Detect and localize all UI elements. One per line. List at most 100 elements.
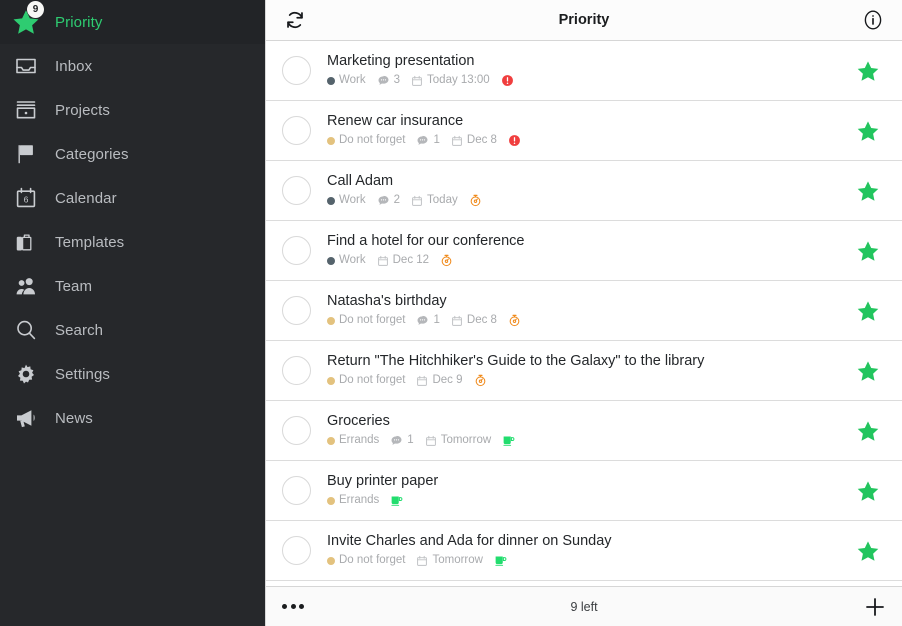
comment-count-label: 1	[407, 433, 414, 446]
task-star-toggle[interactable]	[848, 179, 888, 203]
flag-icon	[8, 136, 44, 172]
main-panel: Priority Marketing presentation Work 3 Toda…	[265, 0, 902, 626]
task-complete-checkbox[interactable]	[282, 116, 311, 145]
inbox-icon	[8, 48, 44, 84]
category-color-dot	[327, 256, 335, 265]
task-title: Marketing presentation	[327, 53, 475, 70]
sidebar-item-categories[interactable]: Categories	[0, 132, 265, 176]
sidebar-item-inbox[interactable]: Inbox	[0, 44, 265, 88]
stopwatch-icon	[508, 314, 521, 328]
task-complete-checkbox[interactable]	[282, 536, 311, 565]
task-row[interactable]: Find a hotel for our conference Work Dec 1…	[266, 221, 902, 281]
info-icon[interactable]	[858, 5, 888, 35]
category-color-dot	[327, 196, 335, 205]
sidebar-item-news[interactable]: News	[0, 396, 265, 440]
task-category: Do not forget	[327, 554, 405, 568]
task-meta: Errands	[327, 494, 848, 508]
stopwatch-icon	[469, 194, 482, 208]
task-star-toggle[interactable]	[848, 419, 888, 443]
category-label: Work	[339, 193, 366, 206]
task-star-toggle[interactable]	[848, 359, 888, 383]
task-complete-checkbox[interactable]	[282, 356, 311, 385]
task-complete-checkbox[interactable]	[282, 476, 311, 505]
due-date-label: Today	[427, 193, 458, 206]
sidebar-item-label: Categories	[55, 145, 129, 163]
task-category: Errands	[327, 434, 379, 448]
task-row[interactable]: Return "The Hitchhiker's Guide to the Ga…	[266, 341, 902, 401]
task-due-date: Dec 12	[377, 254, 429, 268]
star-icon: 9	[8, 1, 44, 40]
task-complete-checkbox[interactable]	[282, 236, 311, 265]
comment-icon	[416, 134, 429, 147]
task-row[interactable]: Natasha's birthday Do not forget 1 Dec 8	[266, 281, 902, 341]
due-date-label: Dec 9	[432, 373, 463, 386]
sidebar-item-label: Priority	[55, 13, 103, 31]
sidebar-item-search[interactable]: Search	[0, 308, 265, 352]
sidebar-item-projects[interactable]: Projects	[0, 88, 265, 132]
task-row[interactable]: Renew car insurance Do not forget 1 Dec 8	[266, 101, 902, 161]
task-row[interactable]: Invite Charles and Ada for dinner on Sun…	[266, 521, 902, 581]
comment-icon	[390, 434, 403, 447]
category-label: Do not forget	[339, 373, 406, 386]
sidebar-item-label: Projects	[55, 101, 110, 119]
task-star-toggle[interactable]	[848, 479, 888, 503]
task-meta: Work Dec 12	[327, 254, 848, 268]
task-body: Marketing presentation Work 3 Today 13:00	[327, 53, 848, 87]
task-meta: Do not forget Dec 9	[327, 374, 848, 388]
due-date-label: Dec 12	[392, 253, 430, 266]
category-label: Work	[339, 253, 366, 266]
calendar-icon	[416, 375, 428, 387]
task-complete-checkbox[interactable]	[282, 56, 311, 85]
task-row[interactable]: Marketing presentation Work 3 Today 13:00	[266, 41, 902, 101]
task-star-toggle[interactable]	[848, 119, 888, 143]
task-comment-count: 3	[377, 74, 400, 88]
sidebar-item-calendar[interactable]: 6 Calendar	[0, 176, 265, 220]
task-body: Natasha's birthday Do not forget 1 Dec 8	[327, 293, 848, 327]
sidebar-item-label: Inbox	[55, 57, 93, 75]
task-row[interactable]: Buy printer paper Errands	[266, 461, 902, 521]
sidebar-item-label: Search	[55, 321, 104, 339]
sync-icon[interactable]	[280, 5, 310, 35]
category-color-dot	[327, 496, 335, 505]
task-star-toggle[interactable]	[848, 299, 888, 323]
due-date-label: Tomorrow	[440, 433, 492, 446]
comment-icon	[377, 74, 390, 87]
task-title: Call Adam	[327, 173, 394, 190]
sidebar-item-priority[interactable]: 9 Priority	[0, 0, 265, 44]
task-star-toggle[interactable]	[848, 59, 888, 83]
people-icon	[8, 268, 44, 304]
comment-icon	[377, 194, 390, 207]
task-body: Call Adam Work 2 Today	[327, 173, 848, 207]
task-due-date: Tomorrow	[425, 434, 491, 448]
remaining-count: 9 left	[570, 599, 598, 614]
comment-count-label: 2	[393, 193, 401, 206]
plus-icon[interactable]	[862, 594, 888, 620]
more-dots-icon[interactable]	[280, 598, 306, 615]
task-row[interactable]: Groceries Errands 1 Tomorrow	[266, 401, 902, 461]
calendar-icon	[451, 135, 463, 147]
task-due-date: Dec 8	[451, 314, 497, 328]
task-row[interactable]: Call Adam Work 2 Today	[266, 161, 902, 221]
projects-icon	[8, 92, 44, 128]
task-title: Invite Charles and Ada for dinner on Sun…	[327, 533, 612, 550]
task-star-toggle[interactable]	[848, 539, 888, 563]
task-star-toggle[interactable]	[848, 239, 888, 263]
calendar-icon	[411, 75, 423, 87]
footer-bar: 9 left	[266, 586, 902, 626]
calendar-icon	[416, 555, 428, 567]
stopwatch-icon	[474, 374, 487, 388]
sidebar-item-team[interactable]: Team	[0, 264, 265, 308]
task-title: Buy printer paper	[327, 473, 439, 490]
task-complete-checkbox[interactable]	[282, 296, 311, 325]
svg-text:6: 6	[24, 194, 29, 204]
sidebar-item-settings[interactable]: Settings	[0, 352, 265, 396]
task-due-date: Today	[411, 194, 458, 208]
task-complete-checkbox[interactable]	[282, 416, 311, 445]
megaphone-icon	[8, 400, 44, 436]
stopwatch-icon	[440, 254, 453, 268]
task-body: Buy printer paper Errands	[327, 473, 848, 507]
category-color-dot	[327, 76, 335, 85]
calendar-icon	[425, 435, 437, 447]
task-complete-checkbox[interactable]	[282, 176, 311, 205]
sidebar-item-templates[interactable]: Templates	[0, 220, 265, 264]
